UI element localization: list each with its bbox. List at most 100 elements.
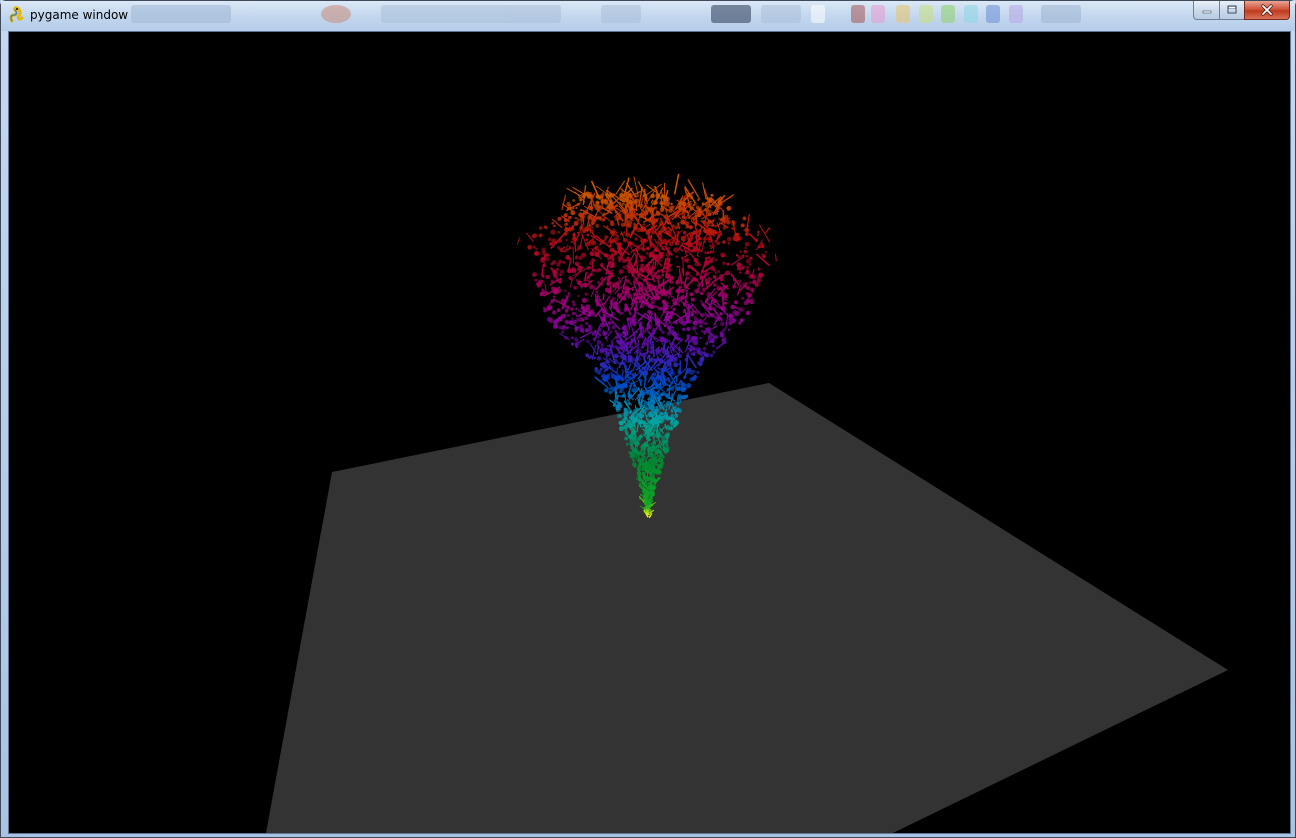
close-button[interactable] [1244, 1, 1290, 20]
tree-leaf [749, 263, 752, 266]
tree-leaf [642, 223, 646, 226]
tree-leaf [672, 424, 676, 428]
tree-leaf [643, 279, 646, 283]
tree-leaf [625, 256, 631, 262]
tree-leaf [641, 409, 647, 414]
tree-leaf [659, 245, 662, 248]
tree-leaf [541, 247, 547, 253]
tree-leaf [663, 197, 669, 203]
tree-leaf [696, 230, 700, 233]
pygame-canvas[interactable] [8, 31, 1291, 834]
tree-leaf [657, 195, 662, 200]
tree-leaf [625, 232, 631, 237]
tree-leaf [673, 405, 677, 409]
tree-leaf [671, 236, 676, 241]
tree-leaf [628, 214, 634, 220]
tree-leaf [674, 408, 679, 413]
maximize-button[interactable] [1219, 1, 1244, 20]
tree-leaf [709, 228, 714, 234]
tree-branch [566, 187, 582, 197]
tree-leaf [722, 285, 726, 289]
tree-branch [590, 229, 595, 236]
tree-leaf [674, 331, 676, 334]
tree-leaf [664, 260, 670, 265]
pygame-snake-icon[interactable] [8, 6, 26, 24]
tree-leaf [623, 231, 626, 234]
tree-leaf [660, 412, 664, 416]
tree-leaf [536, 284, 541, 288]
tree-leaf [622, 355, 627, 360]
tree-leaf [571, 268, 577, 274]
tree-leaf [620, 203, 624, 206]
window-title: pygame window [30, 8, 129, 22]
tree-leaf [608, 244, 612, 247]
tree-leaf [719, 287, 723, 291]
tree-leaf [574, 216, 578, 220]
minimize-icon [1202, 10, 1211, 14]
tree-leaf [665, 317, 669, 322]
tree-leaf [598, 356, 601, 359]
tree-leaf [631, 419, 637, 424]
tree-leaf [697, 318, 703, 324]
tree-branch [516, 237, 520, 245]
tree-leaf [759, 243, 764, 249]
tree-leaf [661, 247, 665, 251]
tree-leaf [723, 301, 727, 305]
aero-glass-background [121, 1, 1181, 31]
tree-leaf [583, 210, 589, 216]
title-bar[interactable]: pygame window [1, 1, 1295, 31]
tree-leaf [631, 430, 637, 435]
tree-leaf [653, 459, 657, 463]
tree-leaf [712, 350, 716, 354]
tree-leaf [680, 295, 685, 300]
tree-leaf [745, 310, 751, 316]
tree-leaf [654, 410, 657, 413]
tree-leaf [543, 225, 547, 229]
tree-leaf [665, 353, 671, 359]
tree-leaf [565, 295, 568, 298]
tree-leaf [590, 216, 596, 222]
tree-leaf [664, 218, 669, 223]
tree-leaf [617, 401, 620, 405]
tree-leaf [551, 221, 555, 225]
tree-leaf [700, 291, 704, 295]
tree-leaf [700, 220, 703, 223]
tree-leaf [557, 216, 562, 221]
tree-leaf [670, 402, 674, 406]
tree-leaf [581, 330, 585, 334]
tree-leaf [633, 225, 637, 230]
tree-leaf [607, 321, 611, 325]
tree-leaf [655, 392, 659, 396]
tree-leaf [626, 328, 629, 331]
tree-branch [715, 341, 726, 350]
tree-leaf [718, 199, 721, 202]
tree-leaf [661, 368, 665, 371]
tree-leaf [741, 254, 745, 258]
tree-leaf [623, 308, 628, 312]
tree-leaf [621, 194, 624, 197]
tree-leaf [746, 224, 749, 228]
tree-leaf [675, 333, 679, 337]
tree-leaf [579, 317, 585, 322]
tree-leaf [562, 325, 566, 328]
tree-leaf [736, 236, 741, 240]
tree-leaf [665, 208, 669, 212]
tree-leaf [628, 199, 634, 205]
tree-leaf [642, 247, 646, 252]
tree-leaf [675, 255, 678, 258]
tree-leaf [600, 316, 606, 323]
minimize-button[interactable] [1193, 1, 1219, 20]
tree-leaf [733, 233, 738, 238]
tree-leaf [635, 387, 638, 390]
tree-leaf [585, 328, 589, 333]
tree-leaf [709, 198, 715, 203]
tree-leaf [666, 393, 670, 397]
tree-leaf [685, 354, 689, 358]
tree-branch [725, 312, 729, 330]
tree-leaf [677, 370, 682, 375]
tree-leaf [663, 337, 667, 341]
tree-leaf [597, 249, 602, 254]
tree-leaf [645, 387, 649, 390]
tree-leaf [642, 420, 647, 425]
tree-leaf [625, 195, 631, 201]
